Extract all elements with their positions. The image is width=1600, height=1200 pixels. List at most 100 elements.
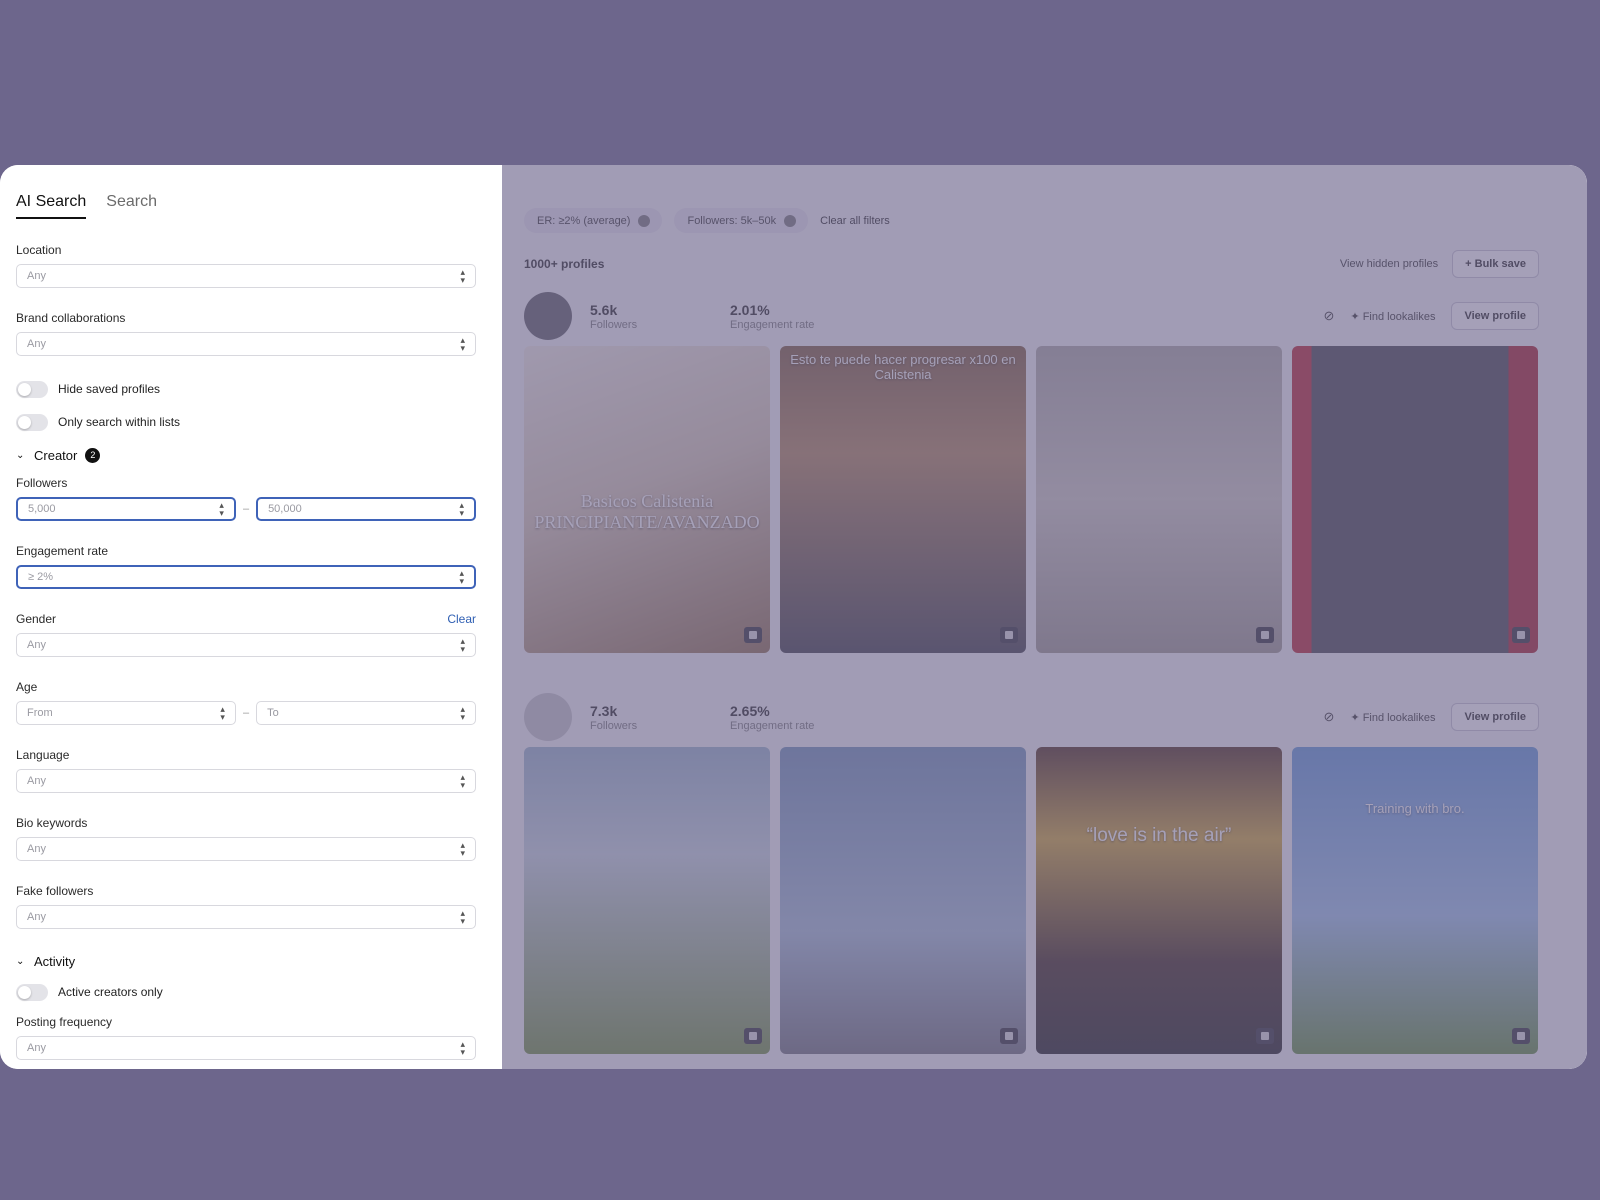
- find-lookalikes-button[interactable]: ✦ Find lookalikes: [1350, 310, 1435, 323]
- tab-bar: AI Search Search: [16, 193, 476, 219]
- chevron-updown-icon: ▴ ▾: [459, 568, 464, 586]
- sparkle-icon: ✦: [1350, 310, 1363, 323]
- profile-card: 5.6k Followers 2.01% Engagement rate ⊘ ✦…: [524, 292, 1539, 653]
- posting-select[interactable]: Any ▴ ▾: [16, 1036, 476, 1060]
- language-select[interactable]: Any ▴ ▾: [16, 769, 476, 793]
- results-count: 1000+ profiles: [524, 257, 605, 271]
- location-field: Location Any ▴ ▾: [16, 243, 476, 288]
- followers-from-input[interactable]: 5,000 ▴ ▾: [16, 497, 236, 521]
- bio-select[interactable]: Any ▴ ▾: [16, 837, 476, 861]
- location-label: Location: [16, 243, 62, 257]
- only-lists-label: Only search within lists: [58, 415, 181, 429]
- chevron-updown-icon: ▴ ▾: [460, 772, 465, 790]
- posting-label: Posting frequency: [16, 1015, 113, 1029]
- post-thumbnail[interactable]: “love is in the air”: [1036, 747, 1282, 1054]
- close-icon[interactable]: [784, 214, 797, 227]
- chevron-updown-icon: ▴ ▾: [220, 704, 225, 722]
- view-hidden-profiles-link[interactable]: View hidden profiles: [1340, 258, 1438, 270]
- post-thumbnail[interactable]: [524, 747, 770, 1054]
- brand-select[interactable]: Any ▴ ▾: [16, 332, 476, 356]
- avatar[interactable]: [524, 292, 572, 340]
- video-icon: [1000, 627, 1018, 643]
- followers-field: Followers 5,000 ▴ ▾ – 50,000 ▴ ▾: [16, 476, 476, 521]
- location-select[interactable]: Any ▴ ▾: [16, 264, 476, 288]
- view-profile-button[interactable]: View profile: [1451, 703, 1539, 731]
- gender-field: Gender Clear Any ▴ ▾: [16, 612, 476, 657]
- activity-section-toggle[interactable]: ⌄ Activity: [16, 952, 476, 970]
- active-filter-chips: ER: ≥2% (average) Followers: 5k–50k Clea…: [524, 208, 1539, 233]
- followers-stat: 5.6k Followers: [590, 301, 638, 331]
- fake-field: Fake followers Any ▴ ▾: [16, 884, 476, 929]
- find-lookalikes-button[interactable]: ✦ Find lookalikes: [1350, 711, 1435, 724]
- bulk-save-button[interactable]: + Bulk save: [1452, 250, 1539, 278]
- filter-sidebar: AI Search Search Location Any ▴ ▾ Brand co…: [0, 165, 502, 1069]
- chevron-updown-icon: ▴ ▾: [460, 908, 465, 926]
- close-icon[interactable]: [638, 214, 651, 227]
- video-icon: [744, 627, 762, 643]
- chevron-updown-icon: ▴ ▾: [460, 636, 465, 654]
- bio-field: Bio keywords Any ▴ ▾: [16, 816, 476, 861]
- post-thumbnail[interactable]: Esto te puede hacer progresar x100 en Ca…: [780, 346, 1026, 653]
- video-icon: [1512, 1028, 1530, 1044]
- sparkle-icon: ✦: [1350, 711, 1363, 724]
- engagement-stat: 2.01% Engagement rate: [730, 301, 815, 331]
- eye-off-icon[interactable]: ⊘: [1324, 308, 1335, 324]
- only-lists-row: Only search within lists: [16, 412, 476, 432]
- post-thumbnail[interactable]: Training with bro.: [1292, 747, 1538, 1054]
- age-label: Age: [16, 680, 38, 694]
- app-card: AI Search Search Location Any ▴ ▾ Brand co…: [0, 165, 1587, 1069]
- chevron-updown-icon: ▴ ▾: [460, 840, 465, 858]
- engagement-label: Engagement rate: [16, 544, 109, 558]
- chip-followers[interactable]: Followers: 5k–50k: [674, 208, 809, 233]
- active-only-toggle[interactable]: [16, 983, 48, 1001]
- chevron-updown-icon: ▴ ▾: [459, 500, 464, 518]
- posting-field: Posting frequency Any ▴ ▾: [16, 1015, 476, 1060]
- post-thumbnail[interactable]: [1036, 346, 1282, 653]
- hide-saved-toggle[interactable]: [16, 380, 48, 398]
- gender-clear-link[interactable]: Clear: [447, 612, 476, 627]
- results-panel: ER: ≥2% (average) Followers: 5k–50k Clea…: [502, 165, 1587, 1069]
- post-grid: Basicos Calistenia PRINCIPIANTE/AVANZADO…: [524, 346, 1539, 653]
- language-field: Language Any ▴ ▾: [16, 748, 476, 793]
- engagement-stat: 2.65% Engagement rate: [730, 702, 815, 732]
- age-to-select[interactable]: To ▴ ▾: [256, 701, 476, 725]
- video-icon: [1256, 1028, 1274, 1044]
- followers-label: Followers: [16, 476, 68, 490]
- chip-er[interactable]: ER: ≥2% (average): [524, 208, 663, 233]
- chevron-down-icon: ⌄: [16, 449, 25, 461]
- chevron-updown-icon: ▴ ▾: [460, 267, 465, 285]
- tab-ai-search[interactable]: AI Search: [16, 193, 87, 219]
- hide-saved-row: Hide saved profiles: [16, 379, 476, 399]
- creator-section-label: Creator: [34, 447, 78, 463]
- video-icon: [744, 1028, 762, 1044]
- creator-section-toggle[interactable]: ⌄ Creator 2: [16, 446, 476, 464]
- active-only-row: Active creators only: [16, 982, 476, 1002]
- clear-all-filters-link[interactable]: Clear all filters: [820, 215, 890, 227]
- age-from-select[interactable]: From ▴ ▾: [16, 701, 236, 725]
- chevron-updown-icon: ▴ ▾: [460, 1039, 465, 1057]
- followers-to-input[interactable]: 50,000 ▴ ▾: [256, 497, 476, 521]
- active-only-label: Active creators only: [58, 985, 163, 999]
- post-thumbnail[interactable]: [1292, 346, 1538, 653]
- bio-label: Bio keywords: [16, 816, 88, 830]
- only-lists-toggle[interactable]: [16, 413, 48, 431]
- eye-off-icon[interactable]: ⊘: [1324, 709, 1335, 725]
- followers-stat: 7.3k Followers: [590, 702, 638, 732]
- activity-section-label: Activity: [34, 953, 76, 969]
- brand-label: Brand collaborations: [16, 311, 126, 325]
- fake-select[interactable]: Any ▴ ▾: [16, 905, 476, 929]
- post-thumbnail[interactable]: [780, 747, 1026, 1054]
- chevron-updown-icon: ▴ ▾: [460, 335, 465, 353]
- tab-search[interactable]: Search: [106, 193, 157, 219]
- video-icon: [1256, 627, 1274, 643]
- gender-select[interactable]: Any ▴ ▾: [16, 633, 476, 657]
- language-label: Language: [16, 748, 70, 762]
- view-profile-button[interactable]: View profile: [1451, 302, 1539, 330]
- post-thumbnail[interactable]: Basicos Calistenia PRINCIPIANTE/AVANZADO: [524, 346, 770, 653]
- video-icon: [1512, 627, 1530, 643]
- avatar[interactable]: [524, 693, 572, 741]
- engagement-field: Engagement rate ≥ 2% ▴ ▾: [16, 544, 476, 589]
- creator-count-badge: 2: [85, 447, 101, 463]
- post-grid: “love is in the air” Training with bro.: [524, 747, 1539, 1054]
- engagement-select[interactable]: ≥ 2% ▴ ▾: [16, 565, 476, 589]
